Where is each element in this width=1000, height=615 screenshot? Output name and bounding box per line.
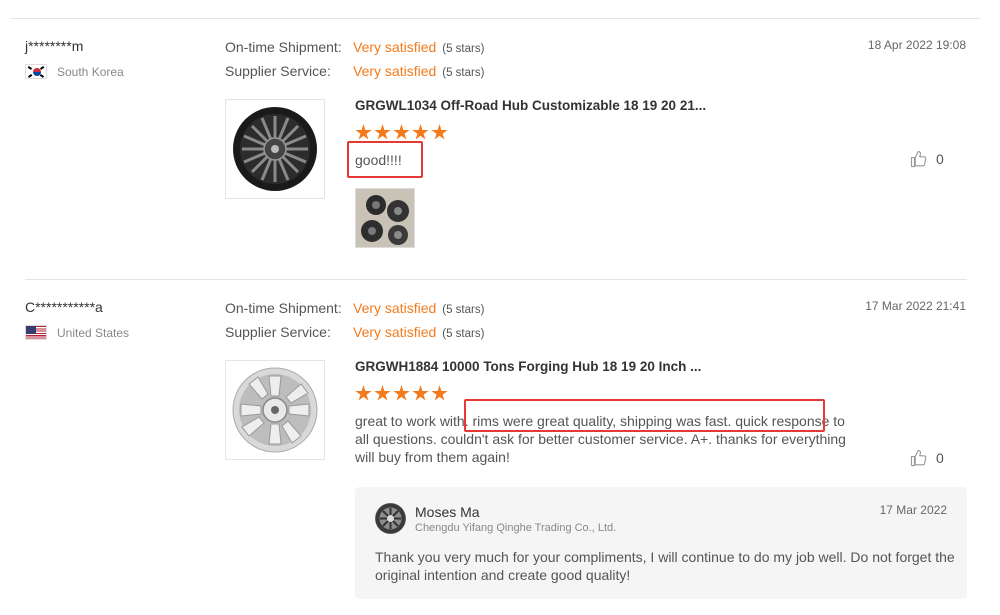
supplier-service-rating: Supplier Service: Very satisfied (5 stars): [225, 63, 484, 79]
reply-text: Thank you very much for your compliments…: [375, 549, 955, 583]
review-photo-thumbnail[interactable]: [355, 188, 415, 248]
silver-wheel-image: [232, 367, 318, 453]
country-label: South Korea: [57, 64, 124, 79]
star-icon: [412, 385, 429, 401]
ontime-stars-count: (5 stars): [442, 304, 485, 316]
star-icon: [393, 124, 410, 140]
top-divider: [10, 18, 980, 19]
ontime-value: Very satisfied: [353, 300, 437, 316]
like-count: 0: [936, 450, 944, 466]
product-title-link[interactable]: GRGWH1884 10000 Tons Forging Hub 18 19 2…: [355, 359, 701, 374]
star-icon: [355, 385, 372, 401]
ontime-shipment-rating: On-time Shipment: Very satisfied (5 stars): [225, 300, 484, 316]
star-icon: [355, 124, 372, 140]
ontime-shipment-rating: On-time Shipment: Very satisfied (5 stars): [225, 39, 484, 55]
star-icon: [431, 385, 448, 401]
product-title-link[interactable]: GRGWL1034 Off-Road Hub Customizable 18 1…: [355, 98, 706, 113]
reply-author-name: Moses Ma: [415, 504, 480, 520]
review-divider: [25, 279, 967, 280]
reviewer-country: South Korea: [25, 64, 124, 79]
star-rating: [355, 385, 448, 402]
south-korea-flag-icon: [25, 64, 47, 79]
like-button[interactable]: 0: [910, 449, 944, 467]
highlight-box: [347, 141, 423, 178]
thumbs-up-icon: [910, 449, 927, 467]
like-button[interactable]: 0: [910, 150, 944, 168]
black-wheel-image: [233, 107, 317, 191]
review-item: j********m South Korea On-time Shipment:…: [0, 30, 1000, 270]
ontime-value: Very satisfied: [353, 39, 437, 55]
reviewer-name: j********m: [25, 38, 84, 54]
country-label: United States: [57, 325, 130, 340]
star-icon: [374, 124, 391, 140]
product-image[interactable]: [225, 99, 325, 199]
product-image[interactable]: [225, 360, 325, 460]
supplier-value: Very satisfied: [353, 324, 437, 340]
reviewer-name: C***********a: [25, 299, 103, 315]
star-icon: [431, 124, 448, 140]
reply-company: Chengdu Yifang Qinghe Trading Co., Ltd.: [415, 522, 617, 534]
avatar: [375, 503, 406, 534]
supplier-label: Supplier Service:: [225, 324, 331, 340]
review-date: 18 Apr 2022 19:08: [867, 38, 966, 52]
reply-date: 17 Mar 2022: [879, 503, 947, 517]
supplier-value: Very satisfied: [353, 63, 437, 79]
thumbs-up-icon: [910, 150, 927, 168]
supplier-label: Supplier Service:: [225, 63, 331, 79]
highlight-box: [464, 399, 825, 432]
wheels-photo-image: [356, 189, 414, 247]
star-icon: [393, 385, 410, 401]
supplier-service-rating: Supplier Service: Very satisfied (5 stars): [225, 324, 484, 340]
like-count: 0: [936, 151, 944, 167]
ontime-label: On-time Shipment:: [225, 300, 342, 316]
ontime-stars-count: (5 stars): [442, 43, 485, 55]
review-item: C***********a United States On-time Ship…: [0, 291, 1000, 615]
wheel-avatar-icon: [375, 503, 406, 534]
supplier-reply: Moses Ma Chengdu Yifang Qinghe Trading C…: [355, 487, 967, 599]
star-rating: [355, 124, 448, 141]
supplier-stars-count: (5 stars): [442, 328, 485, 340]
review-date: 17 Mar 2022 21:41: [865, 299, 966, 313]
ontime-label: On-time Shipment:: [225, 39, 342, 55]
reviewer-country: United States: [25, 325, 129, 340]
united-states-flag-icon: [25, 325, 47, 340]
star-icon: [412, 124, 429, 140]
star-icon: [374, 385, 391, 401]
supplier-stars-count: (5 stars): [442, 67, 485, 79]
